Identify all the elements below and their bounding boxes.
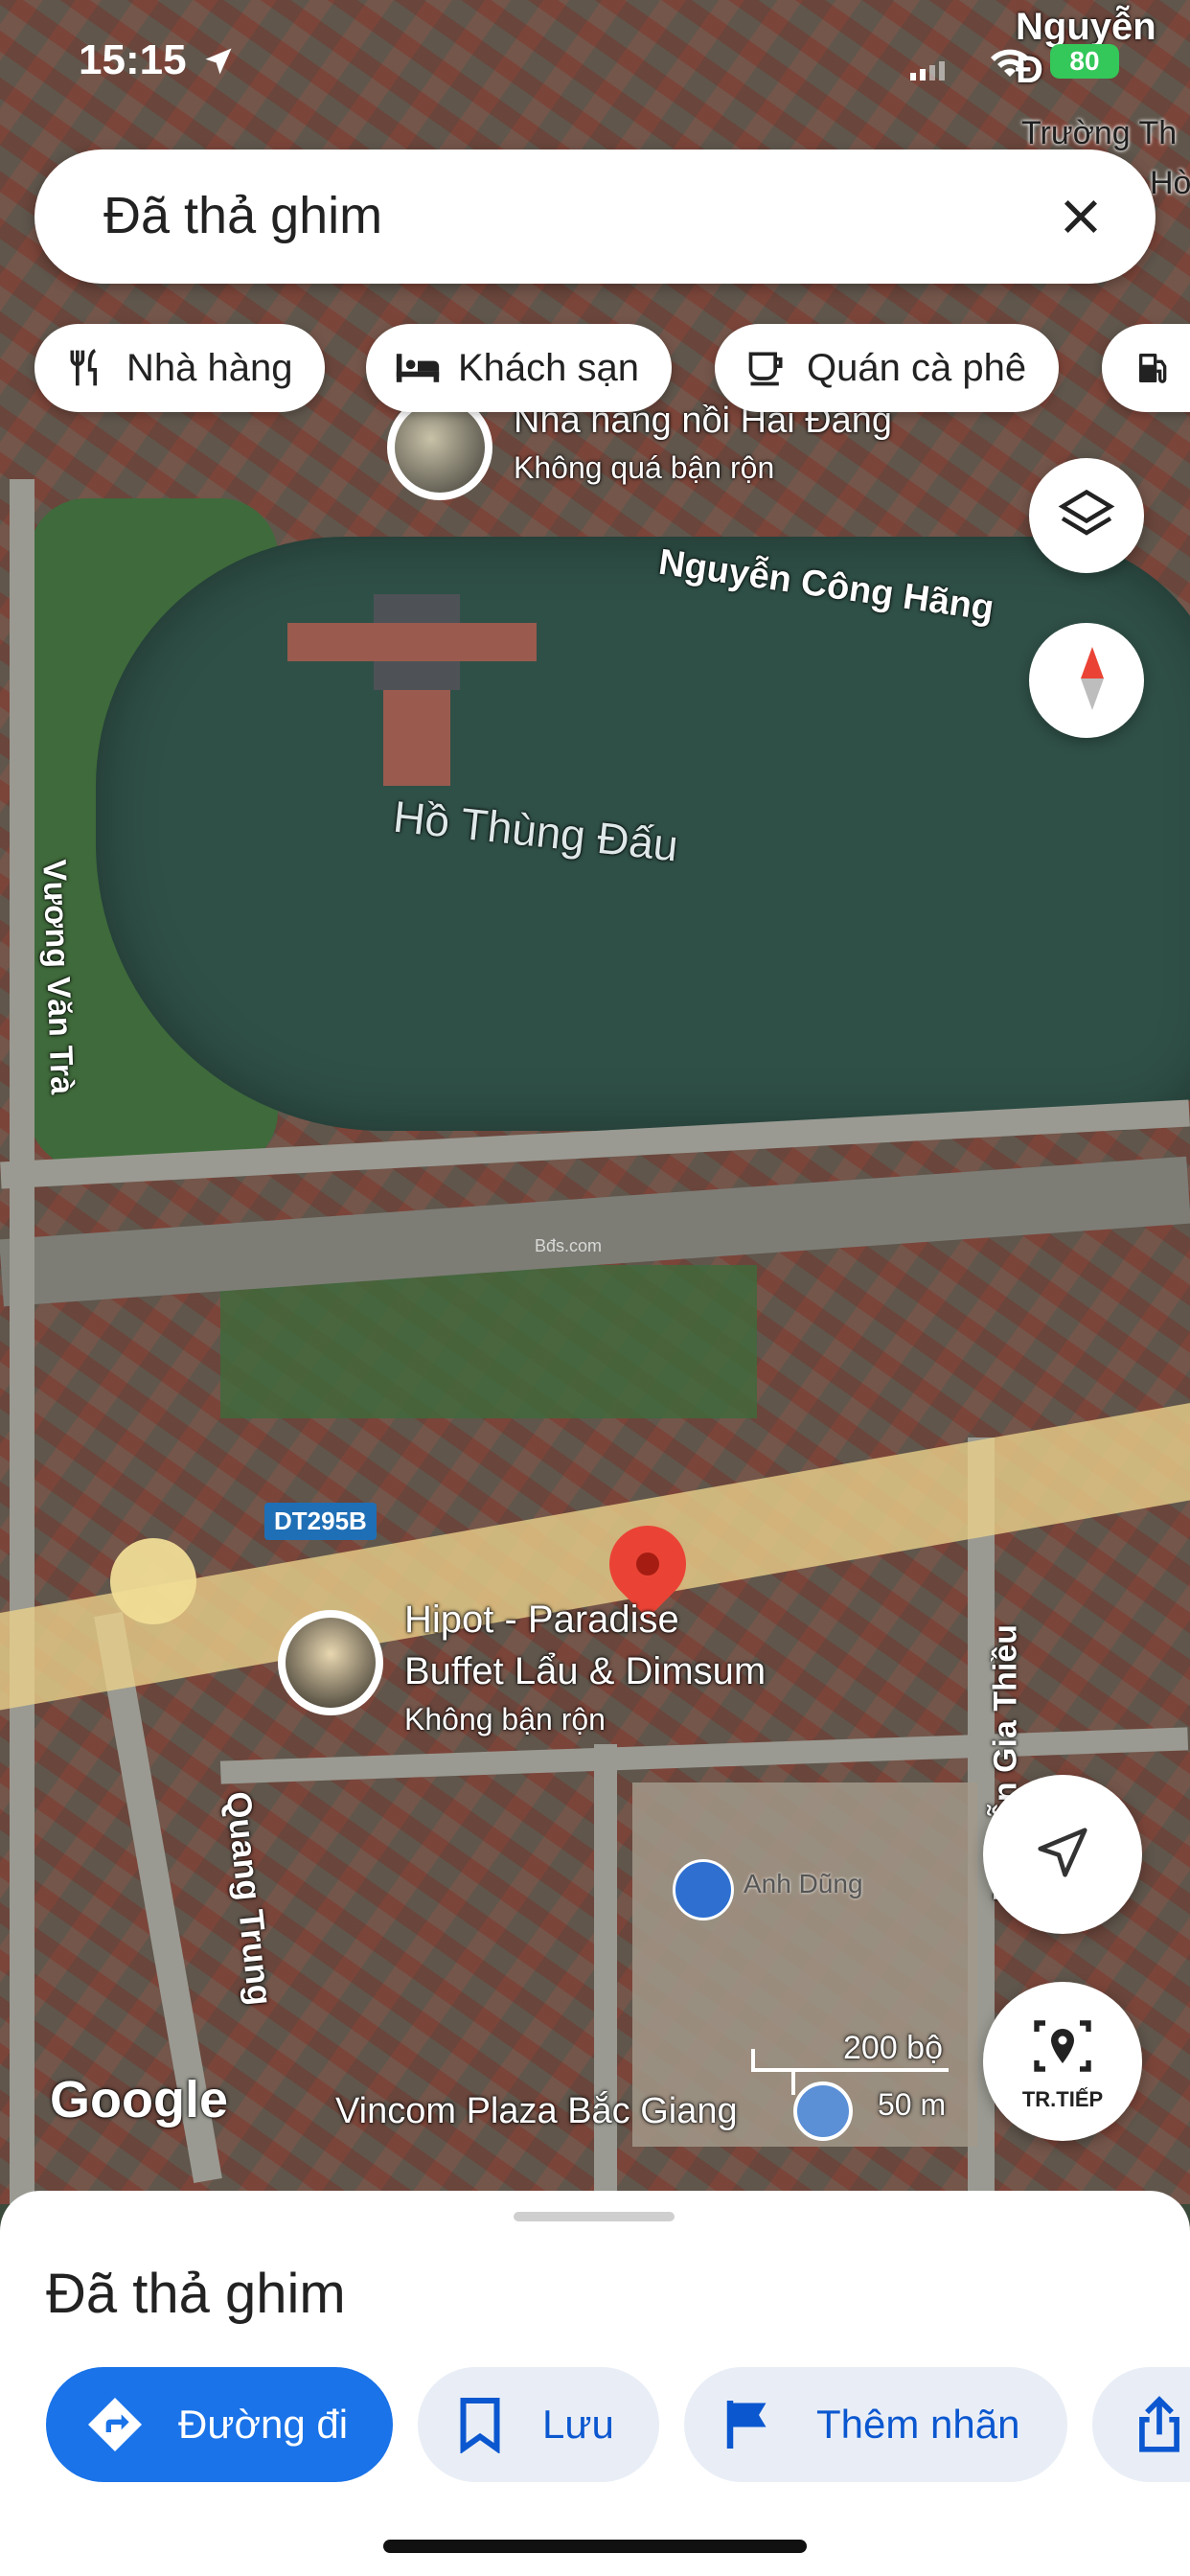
save-button[interactable]: Lưu [418, 2367, 659, 2482]
pin-dot [631, 1548, 664, 1580]
street-label: Quang Trung [218, 1789, 281, 2008]
sheet-handle[interactable] [514, 2212, 675, 2221]
roundabout [110, 1538, 196, 1624]
directions-button[interactable]: Đường đi [46, 2367, 393, 2482]
hotel-icon [393, 343, 443, 393]
road [219, 1727, 1189, 1784]
live-view-icon [1028, 2012, 1097, 2085]
poi-status: Không bận rộn [404, 1702, 606, 1736]
add-label-label: Thêm nhãn [816, 2402, 1020, 2447]
wifi-icon [987, 44, 1033, 83]
coffee-icon [742, 343, 791, 393]
poi-name[interactable]: Vincom Plaza Bắc Giang [335, 2091, 738, 2132]
road-shield: DT295B [264, 1503, 377, 1540]
live-view-button[interactable]: TR.TIẾP [983, 1982, 1142, 2141]
road [594, 1744, 617, 2204]
share-button[interactable] [1092, 2367, 1190, 2482]
gas-station-icon [1129, 343, 1179, 393]
add-label-button[interactable]: Thêm nhãn [684, 2367, 1067, 2482]
close-icon[interactable] [1050, 186, 1111, 247]
poi-status: Không quá bận rộn [514, 450, 775, 485]
poi-name[interactable]: Hipot - Paradise [404, 1598, 679, 1642]
compass-button[interactable] [1029, 623, 1144, 738]
google-logo: Google [50, 2071, 228, 2128]
bookmark-icon [456, 2396, 504, 2453]
status-time: 15:15 [79, 36, 187, 83]
person-avatar[interactable] [673, 1859, 734, 1920]
layers-button[interactable] [1029, 458, 1144, 573]
directions-label: Đường đi [178, 2402, 349, 2447]
green-strip [220, 1265, 757, 1418]
pavilion-bridge [383, 690, 450, 786]
compass-icon [1058, 644, 1115, 718]
home-indicator[interactable] [383, 2540, 807, 2553]
directions-icon [84, 2394, 146, 2455]
live-view-label: TR.TIẾP [1021, 2086, 1104, 2111]
battery-indicator: 80 [1050, 44, 1119, 79]
search-input[interactable]: Đã thả ghim [103, 186, 382, 245]
vincom-pin[interactable] [793, 2082, 853, 2141]
signal-icon [910, 59, 949, 80]
poi-label: Hò [1150, 165, 1190, 201]
chip-label: Nhà hàng [126, 346, 293, 389]
chip-gas[interactable] [1102, 324, 1190, 412]
scale-tick [751, 2049, 755, 2072]
scale-bar [751, 2068, 949, 2072]
chip-coffee[interactable]: Quán cà phê [715, 324, 1060, 412]
watermark: Bđs.com [535, 1236, 603, 1255]
place-sheet[interactable]: Đã thả ghim Đường đi Lưu Thêm nhãn [0, 2191, 1190, 2576]
scale-tick [791, 2072, 795, 2095]
sheet-title: Đã thả ghim [46, 2263, 346, 2325]
chip-label: Quán cà phê [807, 346, 1027, 389]
hipot-photo [286, 1618, 376, 1708]
person-name: Anh Dũng [744, 1869, 863, 1898]
restaurant-photo [395, 402, 485, 493]
chip-label: Khách sạn [458, 346, 640, 389]
share-icon [1134, 2395, 1184, 2454]
scale-metric: 50 m [878, 2087, 947, 2122]
pavilion-wings [287, 623, 537, 661]
poi-label: Trường Th [1021, 115, 1178, 151]
chip-restaurants[interactable]: Nhà hàng [34, 324, 326, 412]
poi-name[interactable]: Buffet Lẩu & Dimsum [404, 1650, 766, 1693]
chip-hotels[interactable]: Khách sạn [366, 324, 673, 412]
search-bar[interactable]: Đã thả ghim [34, 150, 1156, 284]
layers-icon [1058, 485, 1115, 547]
scale-imperial: 200 bộ [843, 2030, 943, 2066]
hipot-pin[interactable] [278, 1610, 383, 1715]
restaurant-icon [61, 343, 111, 393]
my-location-button[interactable] [983, 1775, 1142, 1934]
location-arrow-icon [201, 44, 236, 83]
road [10, 479, 34, 2204]
navigation-arrow-icon [1033, 1823, 1092, 1887]
save-label: Lưu [542, 2402, 614, 2447]
flag-icon [722, 2396, 776, 2453]
